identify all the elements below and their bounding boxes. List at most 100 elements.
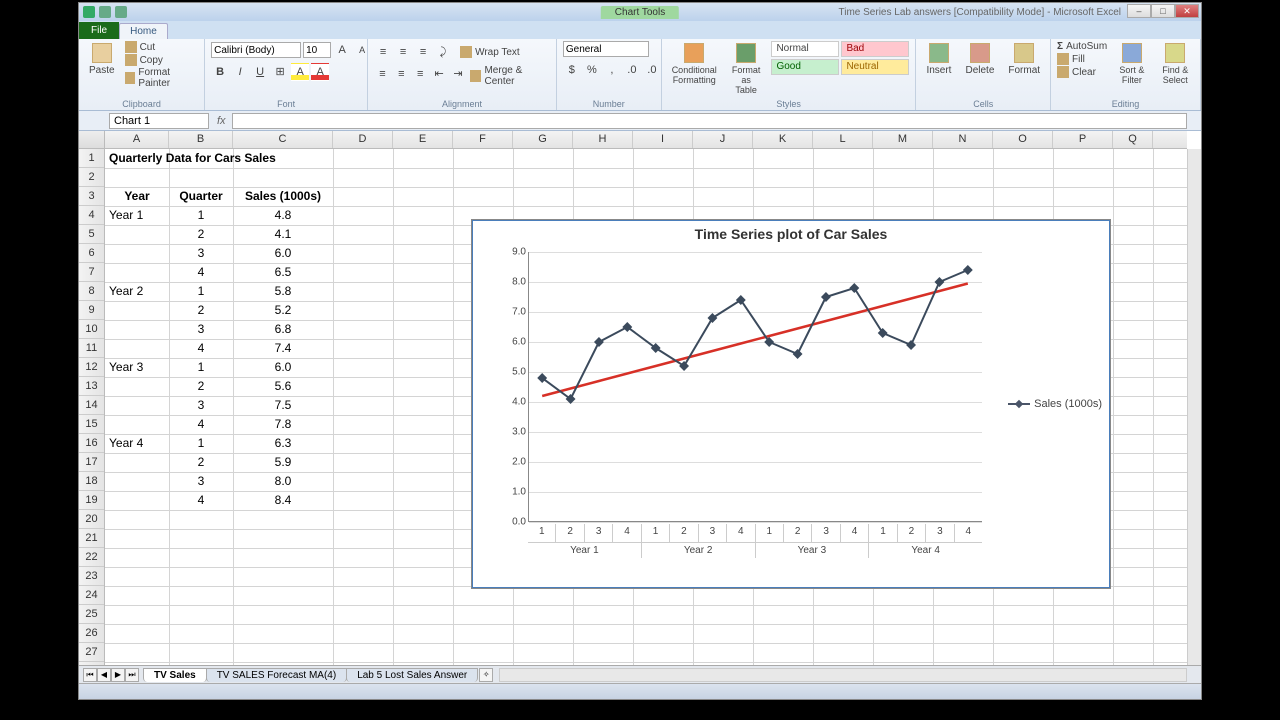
close-button[interactable]: ✕ (1175, 4, 1199, 18)
row-header-5[interactable]: 5 (79, 225, 104, 244)
row-header-16[interactable]: 16 (79, 434, 104, 453)
sort-filter-button[interactable]: Sort & Filter (1113, 41, 1150, 87)
italic-button[interactable]: I (231, 63, 249, 81)
delete-cells-button[interactable]: Delete (961, 41, 998, 78)
formula-input[interactable] (232, 113, 1187, 129)
indent-dec-button[interactable]: ⇤ (431, 65, 448, 83)
cell-B4[interactable]: 1 (169, 206, 233, 225)
cell-B14[interactable]: 3 (169, 396, 233, 415)
cell-B7[interactable]: 4 (169, 263, 233, 282)
col-header-D[interactable]: D (333, 131, 393, 148)
align-middle-button[interactable]: ≡ (394, 43, 412, 61)
style-good[interactable]: Good (771, 59, 839, 75)
row-header-15[interactable]: 15 (79, 415, 104, 434)
save-icon[interactable] (83, 6, 95, 18)
row-header-6[interactable]: 6 (79, 244, 104, 263)
cell-B15[interactable]: 4 (169, 415, 233, 434)
cell-A8[interactable]: Year 2 (105, 282, 169, 301)
cell-B18[interactable]: 3 (169, 472, 233, 491)
col-header-B[interactable]: B (169, 131, 233, 148)
tab-home[interactable]: Home (119, 23, 168, 39)
tab-nav-next[interactable]: ▶ (111, 668, 125, 682)
align-top-button[interactable]: ≡ (374, 43, 392, 61)
autosum-button[interactable]: ΣAutoSum (1057, 41, 1107, 52)
row-header-13[interactable]: 13 (79, 377, 104, 396)
cell-A1[interactable]: Quarterly Data for Cars Sales (105, 149, 333, 168)
conditional-formatting-button[interactable]: Conditional Formatting (668, 41, 721, 87)
row-header-1[interactable]: 1 (79, 149, 104, 168)
cell-B3[interactable]: Quarter (169, 187, 233, 206)
cell-B8[interactable]: 1 (169, 282, 233, 301)
currency-button[interactable]: $ (563, 61, 581, 79)
font-size-select[interactable] (303, 42, 331, 58)
col-header-K[interactable]: K (753, 131, 813, 148)
wrap-text-button[interactable]: Wrap Text (460, 43, 520, 61)
cell-A3[interactable]: Year (105, 187, 169, 206)
tab-nav-prev[interactable]: ◀ (97, 668, 111, 682)
undo-icon[interactable] (99, 6, 111, 18)
copy-button[interactable]: Copy (125, 54, 199, 66)
minimize-button[interactable]: – (1127, 4, 1151, 18)
row-header-11[interactable]: 11 (79, 339, 104, 358)
row-header-20[interactable]: 20 (79, 510, 104, 529)
inc-decimal-button[interactable]: .0 (623, 61, 641, 79)
cell-C11[interactable]: 7.4 (233, 339, 333, 358)
merge-center-button[interactable]: Merge & Center (470, 65, 550, 87)
row-header-3[interactable]: 3 (79, 187, 104, 206)
cell-C17[interactable]: 5.9 (233, 453, 333, 472)
cell-B13[interactable]: 2 (169, 377, 233, 396)
cell-C19[interactable]: 8.4 (233, 491, 333, 510)
fill-button[interactable]: Fill (1057, 53, 1107, 65)
row-header-22[interactable]: 22 (79, 548, 104, 567)
find-select-button[interactable]: Find & Select (1157, 41, 1194, 87)
align-right-button[interactable]: ≡ (412, 65, 429, 83)
row-header-14[interactable]: 14 (79, 396, 104, 415)
cell-C8[interactable]: 5.8 (233, 282, 333, 301)
cell-B19[interactable]: 4 (169, 491, 233, 510)
row-header-26[interactable]: 26 (79, 624, 104, 643)
font-name-select[interactable] (211, 42, 301, 58)
cell-B9[interactable]: 2 (169, 301, 233, 320)
col-header-H[interactable]: H (573, 131, 633, 148)
col-header-L[interactable]: L (813, 131, 873, 148)
cell-B6[interactable]: 3 (169, 244, 233, 263)
cell-C3[interactable]: Sales (1000s) (233, 187, 333, 206)
col-header-O[interactable]: O (993, 131, 1053, 148)
style-neutral[interactable]: Neutral (841, 59, 909, 75)
orientation-button[interactable]: ⤸ (434, 43, 452, 61)
col-header-P[interactable]: P (1053, 131, 1113, 148)
align-center-button[interactable]: ≡ (393, 65, 410, 83)
row-header-8[interactable]: 8 (79, 282, 104, 301)
style-normal[interactable]: Normal (771, 41, 839, 57)
cell-C9[interactable]: 5.2 (233, 301, 333, 320)
align-bottom-button[interactable]: ≡ (414, 43, 432, 61)
indent-inc-button[interactable]: ⇥ (450, 65, 467, 83)
row-header-12[interactable]: 12 (79, 358, 104, 377)
cell-A4[interactable]: Year 1 (105, 206, 169, 225)
tab-file[interactable]: File (79, 22, 119, 39)
cell-C13[interactable]: 5.6 (233, 377, 333, 396)
clear-button[interactable]: Clear (1057, 66, 1107, 78)
col-header-A[interactable]: A (105, 131, 169, 148)
border-button[interactable]: ⊞ (271, 63, 289, 81)
col-header-G[interactable]: G (513, 131, 573, 148)
cell-A12[interactable]: Year 3 (105, 358, 169, 377)
cell-B12[interactable]: 1 (169, 358, 233, 377)
style-bad[interactable]: Bad (841, 41, 909, 57)
cell-styles-gallery[interactable]: Normal Bad Good Neutral (771, 41, 909, 75)
cell-C15[interactable]: 7.8 (233, 415, 333, 434)
cell-C4[interactable]: 4.8 (233, 206, 333, 225)
cell-C12[interactable]: 6.0 (233, 358, 333, 377)
cell-C6[interactable]: 6.0 (233, 244, 333, 263)
cell-C10[interactable]: 6.8 (233, 320, 333, 339)
insert-cells-button[interactable]: Insert (922, 41, 955, 78)
col-header-J[interactable]: J (693, 131, 753, 148)
comma-button[interactable]: , (603, 61, 621, 79)
cell-C18[interactable]: 8.0 (233, 472, 333, 491)
cell-B17[interactable]: 2 (169, 453, 233, 472)
row-header-24[interactable]: 24 (79, 586, 104, 605)
col-header-M[interactable]: M (873, 131, 933, 148)
align-left-button[interactable]: ≡ (374, 65, 391, 83)
cut-button[interactable]: Cut (125, 41, 199, 53)
new-sheet-button[interactable]: ✧ (479, 668, 493, 682)
